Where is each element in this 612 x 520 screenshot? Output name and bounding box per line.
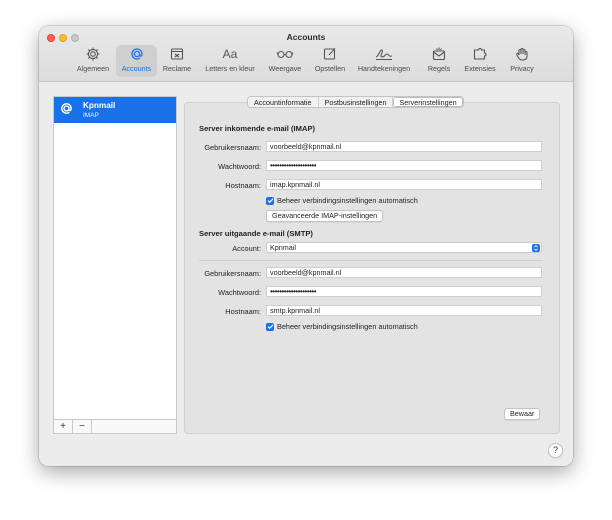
incoming-host-field[interactable]: imap.kpnmail.nl	[266, 179, 542, 190]
incoming-username-field[interactable]: voorbeeld@kpnmail.nl	[266, 141, 542, 152]
hand-icon	[514, 45, 530, 63]
window-title: Accounts	[286, 32, 326, 42]
tab-label: Regels	[427, 64, 451, 73]
account-row-kpnmail[interactable]: Kpnmail IMAP	[54, 97, 176, 123]
tab-opstellen[interactable]: Opstellen	[309, 45, 351, 77]
incoming-password-field[interactable]: ••••••••••••••••••••	[266, 160, 542, 171]
outgoing-username-label: Gebruikersnaam:	[204, 269, 261, 278]
incoming-password-label: Wachtwoord:	[218, 162, 261, 171]
incoming-auto-checkbox[interactable]: Beheer verbindingsinstellingen automatis…	[266, 196, 418, 205]
tab-label: Reclame	[162, 64, 192, 73]
tab-weergave[interactable]: Weergave	[264, 45, 306, 77]
tab-regels[interactable]: Regels	[423, 45, 455, 77]
outgoing-password-field[interactable]: ••••••••••••••••••••	[266, 286, 542, 297]
tab-label: Opstellen	[314, 64, 346, 73]
outgoing-auto-checkbox[interactable]: Beheer verbindingsinstellingen automatis…	[266, 322, 418, 331]
settings-segmented-control: Accountinformatie Postbusinstellingen Se…	[247, 96, 464, 108]
tab-extensies[interactable]: Extensies	[459, 45, 501, 77]
account-type: IMAP	[83, 111, 99, 119]
tab-label: Letters en kleur	[205, 64, 255, 73]
incoming-heading: Server inkomende e-mail (IMAP)	[199, 124, 316, 133]
outgoing-username-field[interactable]: voorbeeld@kpnmail.nl	[266, 267, 542, 278]
account-list-controls: + −	[53, 419, 177, 434]
tab-label: Accounts	[121, 64, 152, 73]
junk-mail-icon	[169, 45, 185, 63]
remove-account-button[interactable]: −	[73, 420, 92, 433]
save-button[interactable]: Bewaar	[504, 408, 541, 420]
tab-label: Handtekeningen	[357, 64, 411, 73]
segment-postbusinstellingen[interactable]: Postbusinstellingen	[318, 97, 394, 107]
outgoing-account-select[interactable]: Kpnmail	[266, 242, 542, 253]
gear-icon	[85, 45, 101, 63]
outgoing-account-value: Kpnmail	[270, 243, 296, 252]
outgoing-host-label: Hostnaam:	[225, 307, 261, 316]
chevron-updown-icon	[532, 244, 540, 252]
tab-label: Weergave	[268, 64, 302, 73]
font-icon: Aa	[222, 47, 238, 61]
section-divider	[199, 260, 543, 261]
add-account-button[interactable]: +	[54, 420, 73, 433]
toolbar: Accounts Algemeen Accounts Reclame Aa Le…	[39, 26, 573, 82]
segment-accountinformatie[interactable]: Accountinformatie	[248, 97, 319, 107]
outgoing-password-label: Wachtwoord:	[218, 288, 261, 297]
tab-label: Privacy	[510, 64, 534, 73]
tab-privacy[interactable]: Privacy	[505, 45, 539, 77]
at-icon	[129, 45, 145, 63]
checkmark-icon	[266, 322, 274, 331]
rules-icon	[431, 45, 447, 63]
tab-accounts[interactable]: Accounts	[116, 45, 157, 77]
tab-label: Algemeen	[76, 64, 110, 73]
advanced-imap-button[interactable]: Geavanceerde IMAP-instellingen	[266, 210, 384, 222]
tab-letters-en-kleur[interactable]: Aa Letters en kleur	[199, 45, 261, 77]
compose-icon	[322, 45, 338, 63]
outgoing-heading: Server uitgaande e-mail (SMTP)	[199, 229, 313, 238]
incoming-host-label: Hostnaam:	[225, 181, 261, 190]
tab-reclame[interactable]: Reclame	[160, 45, 194, 77]
signature-icon	[374, 45, 394, 63]
tab-handtekeningen[interactable]: Handtekeningen	[354, 45, 414, 77]
glasses-icon	[276, 45, 294, 63]
outgoing-host-field[interactable]: smtp.kpnmail.nl	[266, 305, 542, 316]
outgoing-account-label: Account:	[232, 244, 261, 253]
incoming-auto-label: Beheer verbindingsinstellingen automatis…	[277, 196, 418, 205]
extensions-icon	[472, 45, 488, 63]
account-name: Kpnmail	[83, 101, 116, 110]
tab-label: Extensies	[464, 64, 496, 73]
incoming-username-label: Gebruikersnaam:	[204, 143, 261, 152]
segment-serverinstellingen[interactable]: Serverinstellingen	[393, 97, 463, 107]
outgoing-auto-label: Beheer verbindingsinstellingen automatis…	[277, 322, 418, 331]
preferences-window: Accounts Algemeen Accounts Reclame Aa Le…	[39, 26, 573, 466]
tab-algemeen[interactable]: Algemeen	[72, 45, 114, 77]
at-icon	[61, 103, 72, 114]
help-button[interactable]: ?	[548, 443, 563, 458]
checkmark-icon	[266, 196, 274, 205]
